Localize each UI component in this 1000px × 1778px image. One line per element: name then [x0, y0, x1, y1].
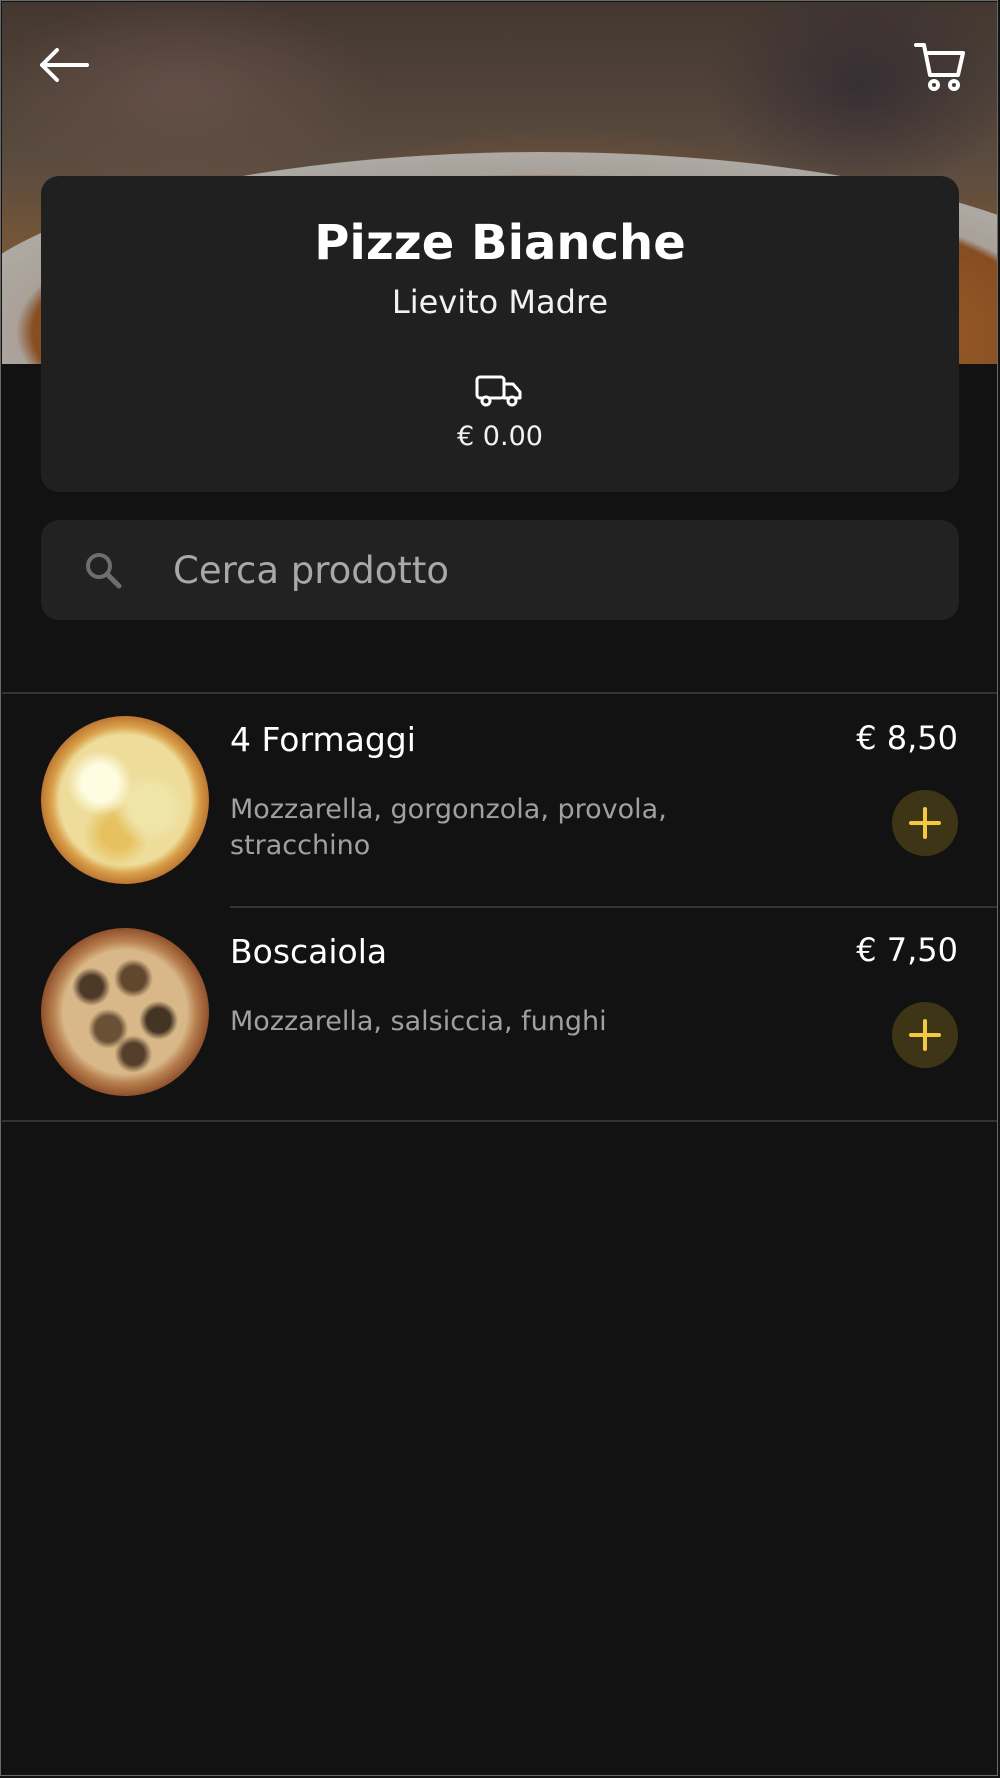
list-bottom-divider	[2, 1120, 998, 1122]
product-price: € 7,50	[856, 931, 958, 969]
product-image	[41, 928, 209, 1096]
add-to-cart-button[interactable]	[892, 1002, 958, 1068]
arrow-left-icon	[40, 48, 89, 82]
truck-icon	[475, 375, 522, 407]
product-name: Boscaiola	[230, 932, 388, 971]
delivery-fee: € 0.00	[457, 421, 543, 452]
back-button[interactable]	[36, 40, 92, 90]
category-info-card: Pizze Bianche Lievito Madre € 0.00	[41, 176, 959, 492]
search-input[interactable]	[173, 542, 933, 598]
product-name: 4 Formaggi	[230, 720, 416, 759]
category-title: Pizze Bianche	[314, 215, 686, 271]
cart-button[interactable]	[912, 38, 968, 94]
product-item[interactable]: Boscaiola € 7,50 Mozzarella, salsiccia, …	[2, 908, 998, 1120]
category-subtitle: Lievito Madre	[391, 283, 609, 321]
add-to-cart-button[interactable]	[892, 790, 958, 856]
plus-icon	[909, 1019, 941, 1051]
product-price: € 8,50	[856, 719, 958, 757]
search-icon	[86, 553, 122, 589]
product-item[interactable]: 4 Formaggi € 8,50 Mozzarella, gorgonzola…	[2, 694, 998, 906]
product-description: Mozzarella, gorgonzola, provola, stracch…	[230, 794, 667, 861]
search-bar[interactable]	[41, 520, 959, 620]
shopping-cart-icon	[914, 43, 965, 91]
product-image	[41, 716, 209, 884]
plus-icon	[909, 807, 941, 839]
product-description: Mozzarella, salsiccia, funghi	[230, 1006, 607, 1037]
